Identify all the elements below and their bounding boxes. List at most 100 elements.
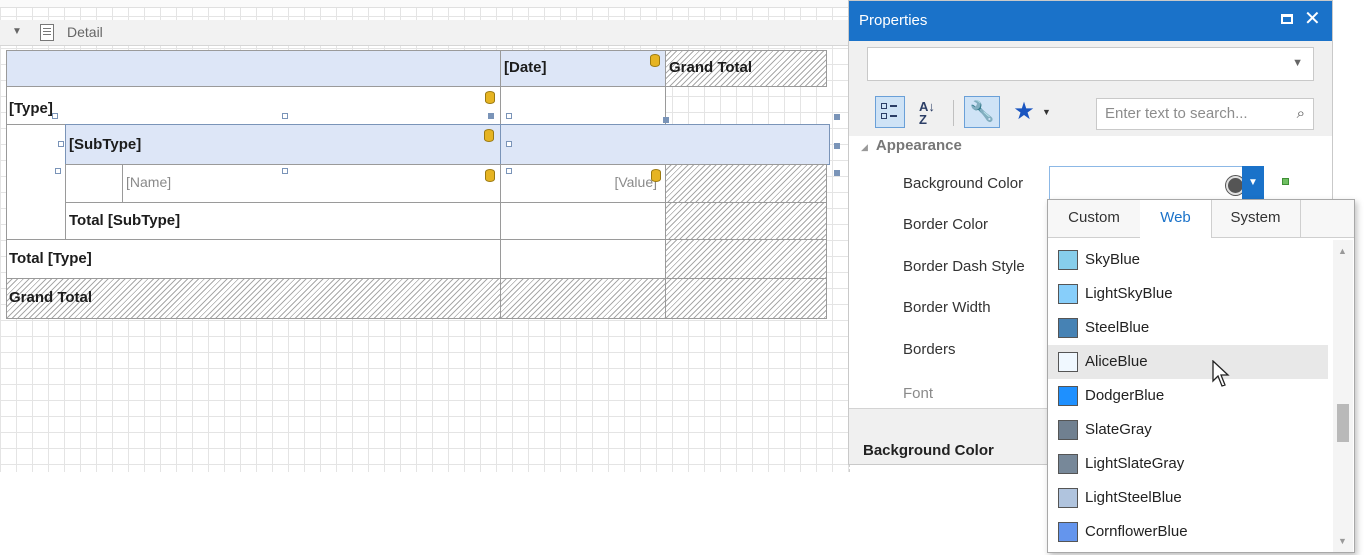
properties-title-bar: Properties ✕ <box>849 1 1332 41</box>
color-item[interactable]: SlateGray <box>1048 413 1328 447</box>
selection-handle[interactable] <box>488 113 494 119</box>
favorites-button[interactable]: ★ <box>1009 96 1039 128</box>
property-border-dash-style[interactable]: Border Dash Style <box>903 258 1025 275</box>
color-item[interactable]: LightSkyBlue <box>1048 277 1328 311</box>
property-border-color[interactable]: Border Color <box>903 216 988 233</box>
color-name: LightSlateGray <box>1085 455 1185 472</box>
description-title: Background Color <box>863 442 994 459</box>
selection-handle[interactable] <box>58 141 64 147</box>
close-icon[interactable]: ✕ <box>1304 7 1321 31</box>
scrollbar-thumb[interactable] <box>1337 404 1349 442</box>
background-color-editor[interactable]: ▼ <box>1049 166 1264 200</box>
pivot-name-row-header[interactable]: [Name] <box>122 164 501 203</box>
color-name: SlateGray <box>1085 421 1152 438</box>
pivot-total-subtype-row[interactable]: Total [SubType] <box>65 202 501 240</box>
pivot-total-subtype-cell[interactable] <box>500 202 666 240</box>
pivot-grand-total-date <box>500 278 666 319</box>
scroll-down-icon[interactable]: ▼ <box>1338 536 1347 546</box>
color-name: SkyBlue <box>1085 251 1141 268</box>
pivot-corner-cell[interactable] <box>6 50 501 87</box>
selection-handle[interactable] <box>506 113 512 119</box>
detail-band-header[interactable]: ▼ Detail <box>0 20 850 46</box>
color-item[interactable]: SteelBlue <box>1048 311 1328 345</box>
properties-view-button[interactable]: 🔧 <box>964 96 1000 128</box>
categorized-icon <box>881 103 887 109</box>
favorites-dropdown-icon[interactable]: ▼ <box>1042 107 1051 117</box>
pivot-grand-total-column[interactable]: Grand Total <box>665 50 827 87</box>
pivot-grand-total-value <box>665 164 827 203</box>
pivot-subtype-row-header[interactable]: [SubType] <box>65 124 501 165</box>
category-appearance[interactable]: ◢ Appearance <box>861 137 962 154</box>
selection-handle[interactable] <box>282 113 288 119</box>
alphabetical-sort-button[interactable]: A↓ Z <box>913 96 945 128</box>
selection-handle[interactable] <box>55 168 61 174</box>
pivot-grand-total-grand <box>665 278 827 319</box>
top-ruler <box>0 0 850 8</box>
property-background-color[interactable]: Background Color <box>903 175 1023 192</box>
scroll-up-icon[interactable]: ▲ <box>1338 246 1347 256</box>
collapse-arrow-icon[interactable]: ▼ <box>12 26 22 37</box>
collapse-triangle-icon[interactable]: ◢ <box>861 142 868 152</box>
property-borders[interactable]: Borders <box>903 341 956 358</box>
pivot-total-type-row[interactable]: Total [Type] <box>6 239 501 279</box>
pivot-grand-total-row[interactable]: Grand Total <box>6 278 501 319</box>
chevron-down-icon[interactable]: ▼ <box>1242 166 1264 200</box>
star-icon: ★ <box>1013 98 1035 125</box>
pivot-date-header[interactable]: [Date] <box>500 50 666 87</box>
selection-handle[interactable] <box>282 168 288 174</box>
categorized-view-button[interactable] <box>875 96 905 128</box>
pivot-subtype-indent-cell <box>65 164 123 203</box>
selection-handle[interactable] <box>663 117 669 123</box>
color-item[interactable]: DodgerBlue <box>1048 379 1328 413</box>
property-search-input[interactable]: Enter text to search... ⌕ <box>1096 98 1314 130</box>
pivot-subtype-data-cell[interactable] <box>500 124 830 165</box>
name-field-label: [Name] <box>126 174 172 190</box>
color-swatch <box>1058 284 1078 304</box>
type-field-label: [Type] <box>9 100 53 117</box>
color-tabs: Custom Web System <box>1048 200 1354 238</box>
database-icon <box>651 169 661 182</box>
pivot-total-subtype-grand <box>665 202 827 240</box>
color-dropdown: Custom Web System SkyBlue LightSkyBlue Ste… <box>1047 199 1355 553</box>
color-list-scrollbar[interactable]: ▲ ▼ <box>1333 240 1353 552</box>
pivot-type-date-cell[interactable] <box>500 86 666 125</box>
maximize-icon[interactable] <box>1281 14 1293 24</box>
selection-handle[interactable] <box>834 114 840 120</box>
color-item[interactable]: AliceBlue <box>1048 345 1328 379</box>
property-font[interactable]: Font <box>903 385 933 402</box>
color-name: LightSkyBlue <box>1085 285 1173 302</box>
pivot-type-row-header[interactable]: [Type] <box>6 86 501 125</box>
search-placeholder: Enter text to search... <box>1105 105 1248 122</box>
search-icon[interactable]: ⌕ <box>1297 105 1305 122</box>
color-name: CornflowerBlue <box>1085 523 1188 540</box>
property-marker-icon <box>1282 178 1289 185</box>
color-swatch <box>1058 454 1078 474</box>
color-item[interactable]: LightSlateGray <box>1048 447 1328 481</box>
tab-web[interactable]: Web <box>1140 200 1212 238</box>
color-item[interactable]: CornflowerBlue <box>1048 515 1328 549</box>
sort-az-icon: A↓ Z <box>919 99 935 127</box>
chevron-down-icon[interactable]: ▼ <box>1292 57 1303 69</box>
selection-handle[interactable] <box>506 168 512 174</box>
pivot-total-type-cell[interactable] <box>500 239 666 279</box>
selection-handle[interactable] <box>506 141 512 147</box>
total-subtype-label: Total [SubType] <box>69 212 181 229</box>
color-list: SkyBlue LightSkyBlue SteelBlue AliceBlue Dod… <box>1048 240 1334 552</box>
total-type-label: Total [Type] <box>9 250 92 267</box>
selection-handle[interactable] <box>834 143 840 149</box>
grand-total-column-label: Grand Total <box>669 59 753 76</box>
property-border-width[interactable]: Border Width <box>903 299 991 316</box>
selection-handle[interactable] <box>834 170 840 176</box>
color-item[interactable]: LightSteelBlue <box>1048 481 1328 515</box>
component-selector[interactable]: ▼ <box>867 47 1314 81</box>
properties-title: Properties <box>859 12 928 29</box>
color-swatch <box>1058 522 1078 542</box>
database-icon <box>484 129 494 142</box>
color-item[interactable]: SkyBlue <box>1048 243 1328 277</box>
color-name: SteelBlue <box>1085 319 1150 336</box>
selection-handle[interactable] <box>52 113 58 119</box>
tab-system[interactable]: System <box>1211 200 1301 238</box>
pivot-value-cell[interactable]: [Value] <box>500 164 666 203</box>
tab-custom[interactable]: Custom <box>1048 200 1141 238</box>
mouse-cursor-icon <box>1212 360 1230 387</box>
